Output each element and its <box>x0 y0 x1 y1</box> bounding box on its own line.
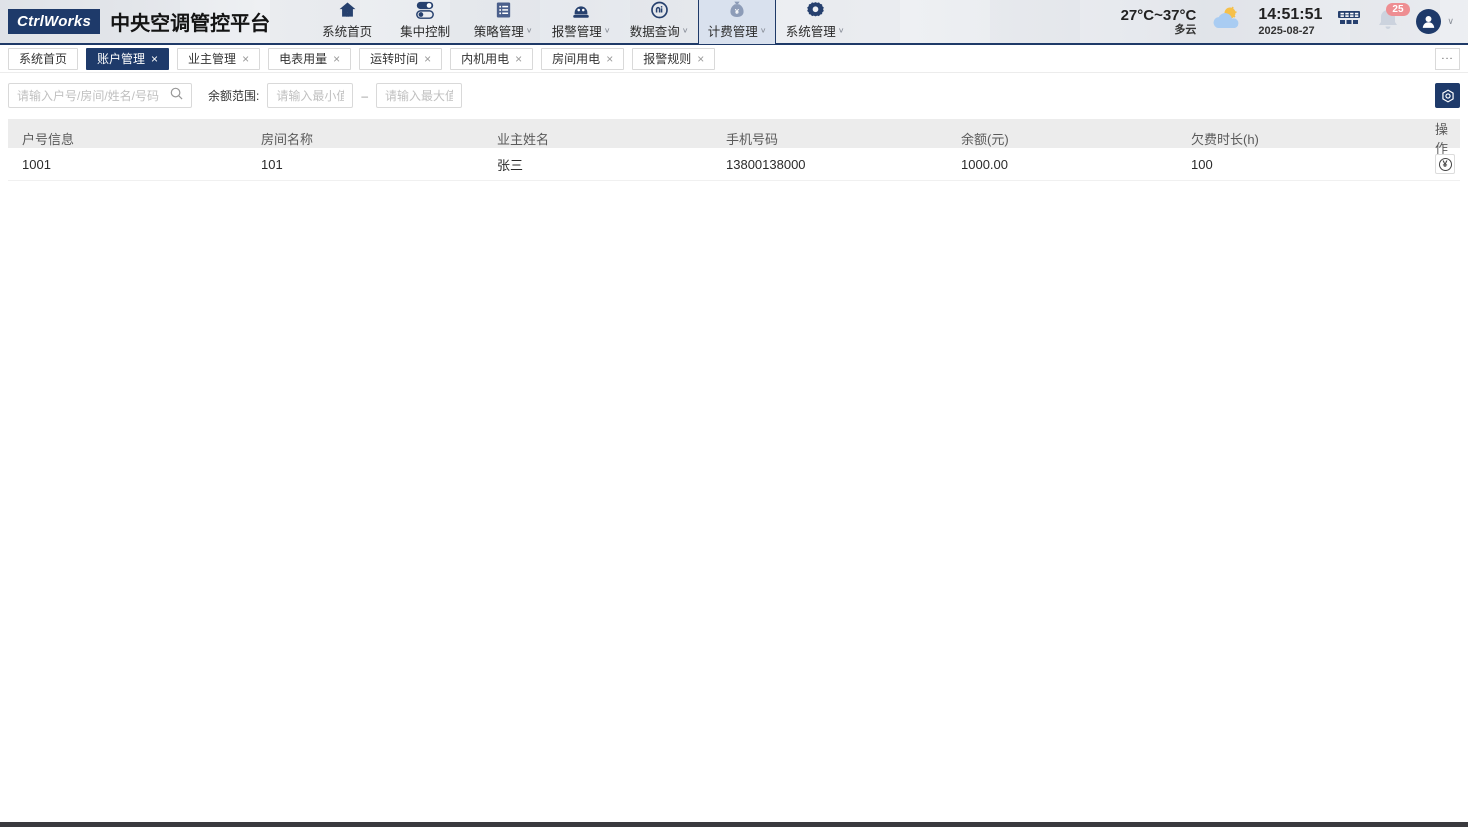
gauge-icon <box>649 0 670 20</box>
tab-alarm-rules[interactable]: 报警规则 × <box>632 47 716 70</box>
chevron-down-icon: ∨ <box>603 26 611 35</box>
close-icon[interactable]: × <box>515 52 522 66</box>
nav-label: 策略管理 <box>473 25 524 39</box>
range-dash: – <box>361 88 369 103</box>
column-header-phone: 手机号码 <box>726 131 779 147</box>
user-menu-caret-icon[interactable]: ∨ <box>1447 16 1454 27</box>
tab-label: 运转时间 <box>370 52 419 66</box>
nav-label: 计费管理 <box>707 25 758 39</box>
yuan-recharge-icon: ¥ <box>1438 157 1452 171</box>
column-header-arrears: 欠费时长(h) <box>1191 131 1259 147</box>
weather-icon <box>1210 4 1244 39</box>
filter-toolbar: 余额范围: – <box>0 73 1468 118</box>
brand-logo: CtrlWorks <box>8 9 101 34</box>
nav-item-billing[interactable]: ¥ 计费管理 ∨ <box>698 0 777 44</box>
tab-owner-management[interactable]: 业主管理 × <box>177 47 261 70</box>
tab-runtime[interactable]: 运转时间 × <box>359 47 443 70</box>
tab-label: 房间用电 <box>552 52 601 66</box>
tab-indoor-unit-power[interactable]: 内机用电 × <box>450 47 534 70</box>
column-header-balance: 余额(元) <box>961 131 1009 147</box>
cell-actions: ¥ <box>1421 154 1460 174</box>
tab-label: 内机用电 <box>461 52 510 66</box>
open-tabs-bar: 系统首页 账户管理 × 业主管理 × 电表用量 × 运转时间 × 内机用电 × … <box>0 45 1468 73</box>
cell-account: 1001 <box>22 156 51 172</box>
tab-label: 业主管理 <box>188 52 237 66</box>
table-row: 1001 101 张三 13800138000 1000.00 100 ¥ <box>8 148 1460 181</box>
column-settings-button[interactable] <box>1435 83 1460 108</box>
close-icon[interactable]: × <box>697 52 704 66</box>
chevron-down-icon: ∨ <box>837 26 845 35</box>
close-icon[interactable]: × <box>424 52 431 66</box>
bottom-window-bar <box>0 822 1468 827</box>
home-icon <box>337 0 358 20</box>
alarm-icon <box>570 0 592 20</box>
tabs-more-button[interactable]: ... <box>1435 47 1460 70</box>
nav-item-alarm[interactable]: 报警管理 ∨ <box>542 0 620 44</box>
app-title: 中央空调管控平台 <box>110 13 271 35</box>
tab-account-management[interactable]: 账户管理 × <box>86 47 170 70</box>
chevron-down-icon: ∨ <box>681 26 689 35</box>
column-header-room: 房间名称 <box>261 131 314 147</box>
search-input[interactable] <box>17 88 170 103</box>
notification-bell[interactable]: 25 <box>1376 2 1410 37</box>
notification-badge: 25 <box>1386 2 1410 16</box>
cell-balance: 1000.00 <box>961 156 1008 172</box>
balance-min-input[interactable] <box>267 83 354 108</box>
user-avatar[interactable] <box>1416 9 1442 34</box>
close-icon[interactable]: × <box>606 52 613 66</box>
accounts-table: 户号信息 房间名称 业主姓名 手机号码 余额(元) 欠费时长(h) 操作 100… <box>8 119 1460 181</box>
tab-label: 电表用量 <box>279 52 328 66</box>
nav-label: 报警管理 <box>551 25 602 39</box>
chevron-down-icon: ∨ <box>525 26 533 35</box>
header-right: 27°C~37°C 多云 14:51:51 2025-08-27 25 ∨ <box>1121 2 1468 39</box>
close-icon[interactable]: × <box>151 52 158 66</box>
nav-item-home[interactable]: 系统首页 <box>308 0 386 44</box>
weather-condition: 多云 <box>1174 23 1197 36</box>
balance-max-input[interactable] <box>376 83 463 108</box>
current-time: 14:51:51 <box>1258 6 1323 24</box>
current-date: 2025-08-27 <box>1258 24 1315 37</box>
nav-label: 系统首页 <box>322 25 373 39</box>
tab-system-home[interactable]: 系统首页 <box>8 47 79 70</box>
search-icon[interactable] <box>170 87 183 105</box>
column-header-owner: 业主姓名 <box>497 131 550 147</box>
nav-label: 集中控制 <box>400 25 451 39</box>
recharge-button[interactable]: ¥ <box>1435 154 1455 174</box>
cell-room: 101 <box>261 156 283 172</box>
search-box[interactable] <box>8 83 192 108</box>
nav-label: 数据查询 <box>629 25 680 39</box>
cell-arrears: 100 <box>1191 156 1213 172</box>
nav-item-central-control[interactable]: 集中控制 <box>386 0 464 44</box>
tab-room-power[interactable]: 房间用电 × <box>541 47 625 70</box>
main-nav: 系统首页 集中控制 策略管理 ∨ 报警管理 ∨ 数据查询 ∨ ¥ 计费管理 ∨ … <box>308 0 854 44</box>
close-icon[interactable]: × <box>333 52 340 66</box>
toggle-icon <box>414 0 436 20</box>
nav-item-data-query[interactable]: 数据查询 ∨ <box>620 0 698 44</box>
close-icon[interactable]: × <box>242 52 249 66</box>
nav-label: 系统管理 <box>785 25 836 39</box>
gear-icon <box>805 0 826 20</box>
tab-label: 报警规则 <box>643 52 692 66</box>
column-header-actions: 操作 <box>1435 122 1449 156</box>
column-header-account: 户号信息 <box>22 131 75 147</box>
nav-item-system[interactable]: 系统管理 ∨ <box>776 0 854 44</box>
cell-phone: 13800138000 <box>726 156 806 172</box>
tab-label: 账户管理 <box>97 52 146 66</box>
clock-widget: 14:51:51 2025-08-27 <box>1258 5 1322 37</box>
weather-widget: 27°C~37°C 多云 <box>1121 7 1197 37</box>
temperature-range: 27°C~37°C <box>1120 6 1197 24</box>
money-bag-icon: ¥ <box>726 0 748 20</box>
strategy-list-icon <box>493 0 514 20</box>
nav-item-strategy[interactable]: 策略管理 ∨ <box>464 0 542 44</box>
table-header-row: 户号信息 房间名称 业主姓名 手机号码 余额(元) 欠费时长(h) 操作 <box>8 119 1460 156</box>
app-header: CtrlWorks 中央空调管控平台 系统首页 集中控制 策略管理 ∨ 报警管理 ∨ <box>0 0 1468 45</box>
apps-grid-icon[interactable] <box>1336 8 1362 35</box>
balance-range-label: 余额范围: <box>208 89 260 103</box>
tab-meter-usage[interactable]: 电表用量 × <box>268 47 352 70</box>
chevron-down-icon: ∨ <box>759 26 767 35</box>
cell-owner: 张三 <box>497 157 524 173</box>
tab-label: 系统首页 <box>19 52 68 66</box>
